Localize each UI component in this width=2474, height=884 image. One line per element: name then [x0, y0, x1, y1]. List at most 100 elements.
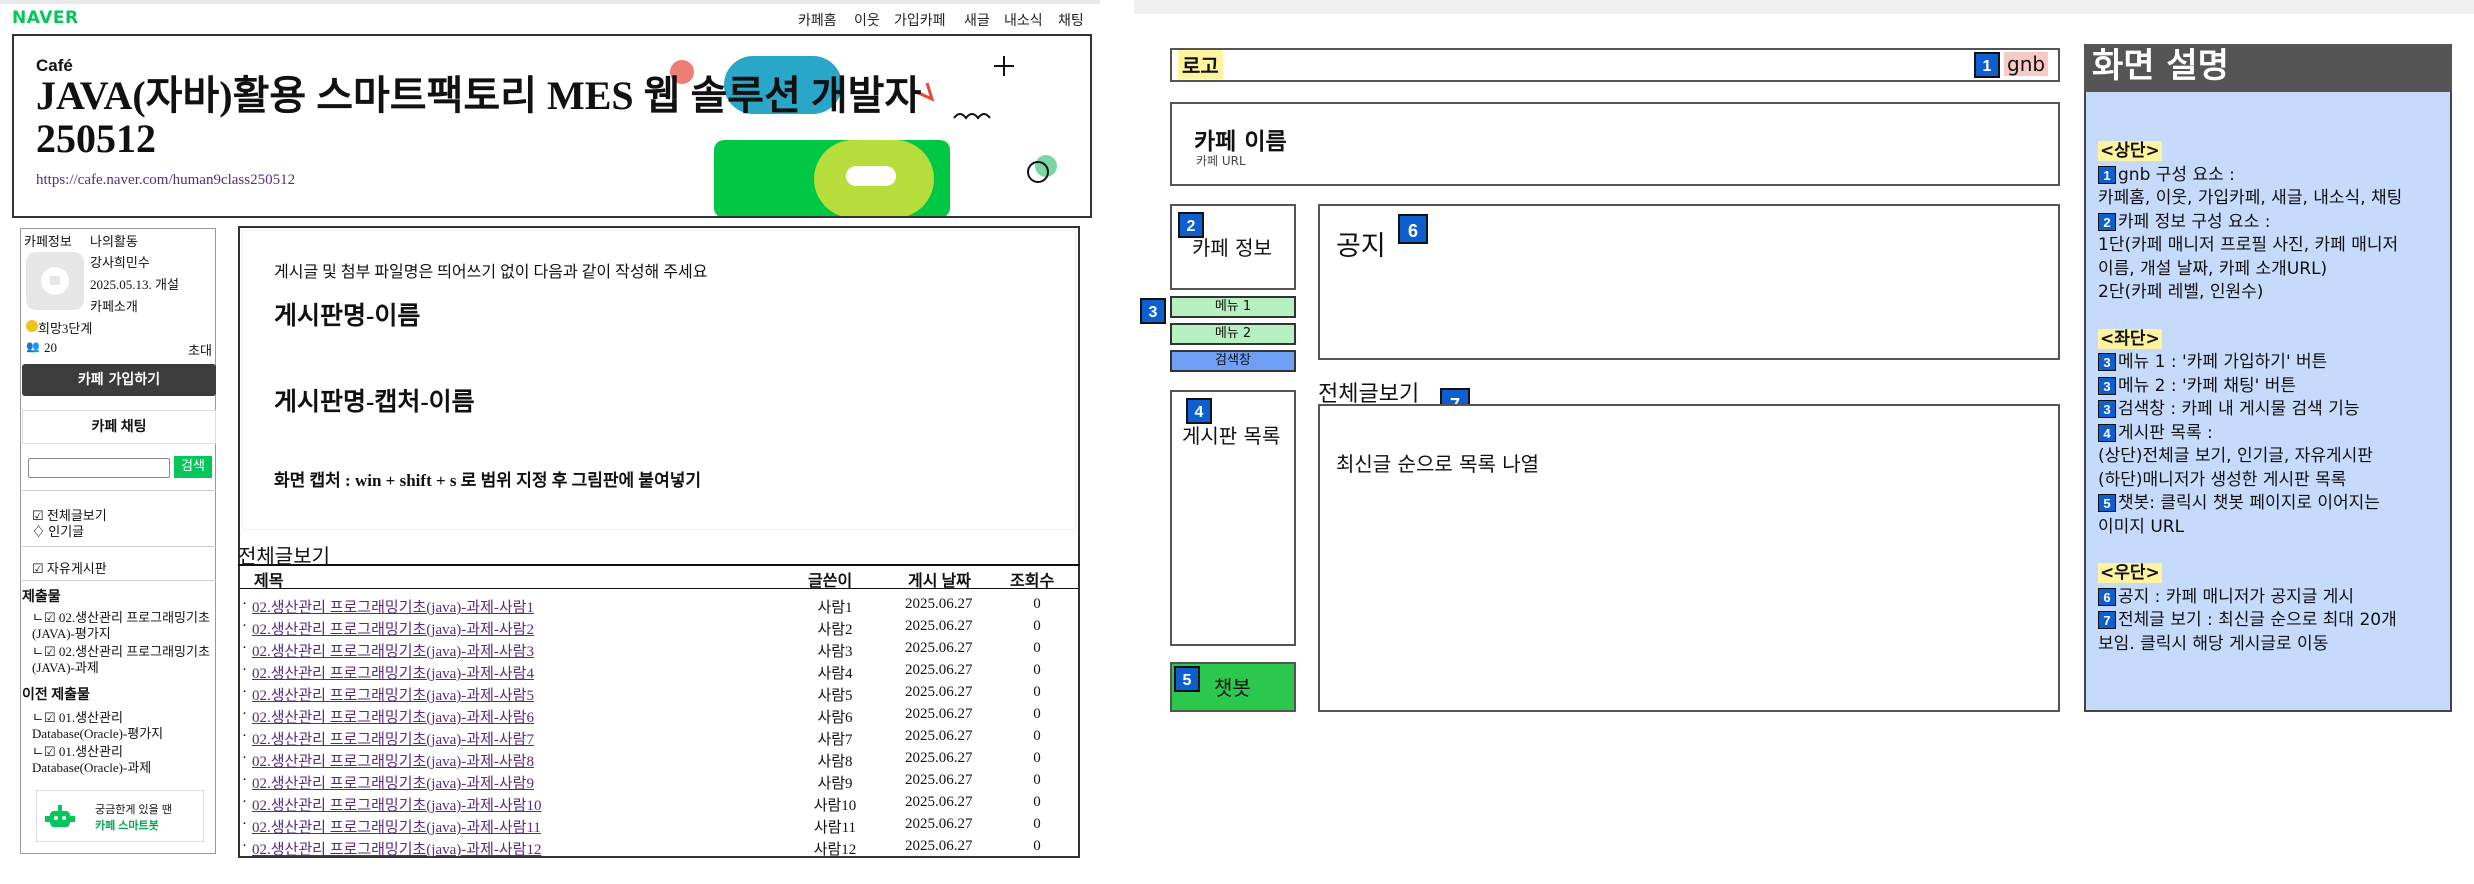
open-date: 2025.05.13. 개설 [90, 277, 179, 292]
desc-left-4: 게시판 목록 : [2118, 422, 2213, 443]
wf-logo: 로고 [1178, 50, 1223, 79]
post-author[interactable]: 사람3 [790, 640, 880, 661]
sidebar-item-label: 02.생산관리 프로그래밍기초(JAVA)-평가지 [32, 610, 210, 641]
post-date: 2025.06.27 [905, 596, 973, 612]
tab-cafe-info[interactable]: 카페정보 [24, 231, 72, 250]
post-author[interactable]: 사람5 [790, 684, 880, 705]
wf-menu-2: 메뉴 2 [1170, 323, 1296, 345]
wf-header-bar [1170, 48, 2060, 82]
post-title-link[interactable]: 02.생산관리 프로그래밍기초(java)-과제-사람12 [252, 838, 541, 859]
wf-board-list: 게시판 목록 [1182, 424, 1281, 448]
post-date: 2025.06.27 [905, 816, 973, 832]
post-title-link[interactable]: 02.생산관리 프로그래밍기초(java)-과제-사람9 [252, 772, 534, 793]
post-title-link[interactable]: 02.생산관리 프로그래밍기초(java)-과제-사람8 [252, 750, 534, 771]
wf-cafe-name: 카페 이름 [1194, 129, 1287, 155]
post-title-link[interactable]: 02.생산관리 프로그래밍기초(java)-과제-사람4 [252, 662, 534, 683]
sidebar-item-submit-eval[interactable]: ㄴ☑ 02.생산관리 프로그래밍기초(JAVA)-평가지 [32, 610, 216, 642]
post-author[interactable]: 사람2 [790, 618, 880, 639]
sidebar-item-free-board[interactable]: ☑ 자유게시판 [32, 558, 107, 577]
post-title-link[interactable]: 02.생산관리 프로그래밍기초(java)-과제-사람5 [252, 684, 534, 705]
desc-badge-3b: 3 [2098, 376, 2116, 395]
post-views: 0 [1033, 662, 1041, 678]
gnb-my-news[interactable]: 내소식 [1004, 10, 1043, 30]
notice-line-1: 게시글 및 첨부 파일명은 띄어쓰기 없이 다음과 같이 작성해 주세요 [274, 264, 708, 281]
post-title-link[interactable]: 02.생산관리 프로그래밍기초(java)-과제-사람10 [252, 794, 541, 815]
row-bullet: · [242, 684, 247, 700]
left-section-heading: <좌단> [2098, 328, 2162, 349]
post-title-link[interactable]: 02.생산관리 프로그래밍기초(java)-과제-사람2 [252, 618, 534, 639]
desc-badge-6: 6 [2098, 587, 2116, 606]
sidebar-item-popular[interactable]: ♢ 인기글 [32, 521, 84, 540]
post-author[interactable]: 사람8 [790, 750, 880, 771]
sidebar-item-prev-eval[interactable]: ㄴ☑ 01.생산관리 Database(Oracle)-평가지 [32, 710, 216, 742]
row-bullet: · [242, 640, 247, 656]
wf-all-posts-desc: 최신글 순으로 목록 나열 [1336, 452, 1540, 476]
description-title: 화면 설명 [2084, 44, 2452, 92]
desc-right-7: 전체글 보기 : 최신글 순으로 최대 20개 [2118, 610, 2397, 630]
sidebar-item-label: 자유게시판 [46, 561, 107, 576]
gnb-new-posts[interactable]: 새글 [964, 10, 990, 30]
cafe-intro-link[interactable]: 카페소개 [90, 296, 138, 315]
sidebar-item-prev-task[interactable]: ㄴ☑ 01.생산관리 Database(Oracle)-과제 [32, 744, 216, 776]
post-views: 0 [1033, 750, 1041, 766]
post-author[interactable]: 사람6 [790, 706, 880, 727]
gnb-cafe-home[interactable]: 카페홈 [798, 10, 837, 30]
wf-badge-5: 5 [1174, 666, 1200, 692]
gnb-neighbors[interactable]: 이웃 [854, 10, 880, 30]
post-author[interactable]: 사람9 [790, 772, 880, 793]
post-author[interactable]: 사람4 [790, 662, 880, 683]
post-date: 2025.06.27 [905, 838, 973, 854]
post-author[interactable]: 사람10 [790, 794, 880, 815]
cafe-search-button[interactable]: 검색 [174, 456, 212, 478]
row-bullet: · [242, 816, 247, 832]
gnb-joined-cafes[interactable]: 가입카페 [894, 10, 946, 30]
desc-badge-3c: 3 [2098, 400, 2116, 418]
naver-logo[interactable]: NAVER [12, 8, 79, 28]
post-title-link[interactable]: 02.생산관리 프로그래밍기초(java)-과제-사람7 [252, 728, 534, 749]
level-icon [26, 320, 38, 332]
post-views: 0 [1033, 838, 1041, 854]
desc-badge-5: 5 [2098, 494, 2116, 512]
cafe-title[interactable]: JAVA(자바)활용 스마트팩토리 MES 웹 솔루션 개발자 250512 [36, 74, 1036, 160]
post-author[interactable]: 사람11 [790, 816, 880, 837]
post-date: 2025.06.27 [905, 750, 973, 766]
sidebar-item-label: 01.생산관리 Database(Oracle)-과제 [32, 744, 152, 775]
post-author[interactable]: 사람1 [790, 596, 880, 617]
post-title-link[interactable]: 02.생산관리 프로그래밍기초(java)-과제-사람11 [252, 816, 541, 837]
post-title-link[interactable]: 02.생산관리 프로그래밍기초(java)-과제-사람6 [252, 706, 534, 727]
gnb-chat[interactable]: 채팅 [1058, 10, 1084, 30]
notice-line-2: 게시판명-이름 [274, 303, 421, 330]
wf-notice-box [1318, 204, 2060, 360]
desc-top-1: gnb 구성 요소 : [2118, 164, 2235, 185]
wf-cafe-url: 카페 URL [1196, 154, 1246, 168]
post-title-link[interactable]: 02.생산관리 프로그래밍기초(java)-과제-사람3 [252, 640, 534, 661]
cafe-url[interactable]: https://cafe.naver.com/human9class250512 [36, 172, 295, 189]
desc-right-6: 공지 : 카페 매니저가 공지글 게시 [2118, 586, 2355, 607]
wf-gnb: gnb [2004, 52, 2049, 76]
row-bullet: · [242, 618, 247, 634]
post-date: 2025.06.27 [905, 728, 973, 744]
cafe-search-input[interactable] [28, 458, 170, 478]
tab-my-activity[interactable]: 나의활동 [90, 231, 138, 250]
wf-cafe-info: 카페 정보 [1192, 236, 1272, 260]
notice-line-3: 게시판명-캡처-이름 [274, 389, 475, 416]
post-author[interactable]: 사람7 [790, 728, 880, 749]
notice-line-4: 화면 캡처 : win + shift + s 로 범위 지정 후 그림판에 붙… [274, 471, 701, 490]
post-title-link[interactable]: 02.생산관리 프로그래밍기초(java)-과제-사람1 [252, 596, 534, 617]
desc-top-2b: 1단(카페 매니저 프로필 사진, 카페 매니저 [2098, 235, 2399, 255]
row-bullet: · [242, 662, 247, 678]
post-author[interactable]: 사람12 [790, 838, 880, 859]
sidebar-item-submit-task[interactable]: ㄴ☑ 02.생산관리 프로그래밍기초(JAVA)-과제 [32, 644, 216, 676]
post-views: 0 [1033, 640, 1041, 656]
invite-link[interactable]: 초대 [188, 340, 212, 359]
manager-name[interactable]: 강사희민수 [90, 252, 150, 271]
post-date: 2025.06.27 [905, 684, 973, 700]
smartbot-banner[interactable]: 궁금한게 있을 땐 카페 스마트봇 [36, 790, 204, 842]
desc-top-1b: 카페홈, 이웃, 가입카페, 새글, 내소식, 채팅 [2098, 188, 2403, 208]
row-bullet: · [242, 772, 247, 788]
prev-submit-group-heading: 이전 제출물 [22, 688, 90, 703]
smartbot-title: 카페 스마트봇 [95, 820, 159, 832]
join-cafe-button[interactable]: 카페 가입하기 [22, 364, 216, 396]
post-views: 0 [1033, 684, 1041, 700]
cafe-chat-button[interactable]: 카페 채팅 [22, 410, 216, 444]
